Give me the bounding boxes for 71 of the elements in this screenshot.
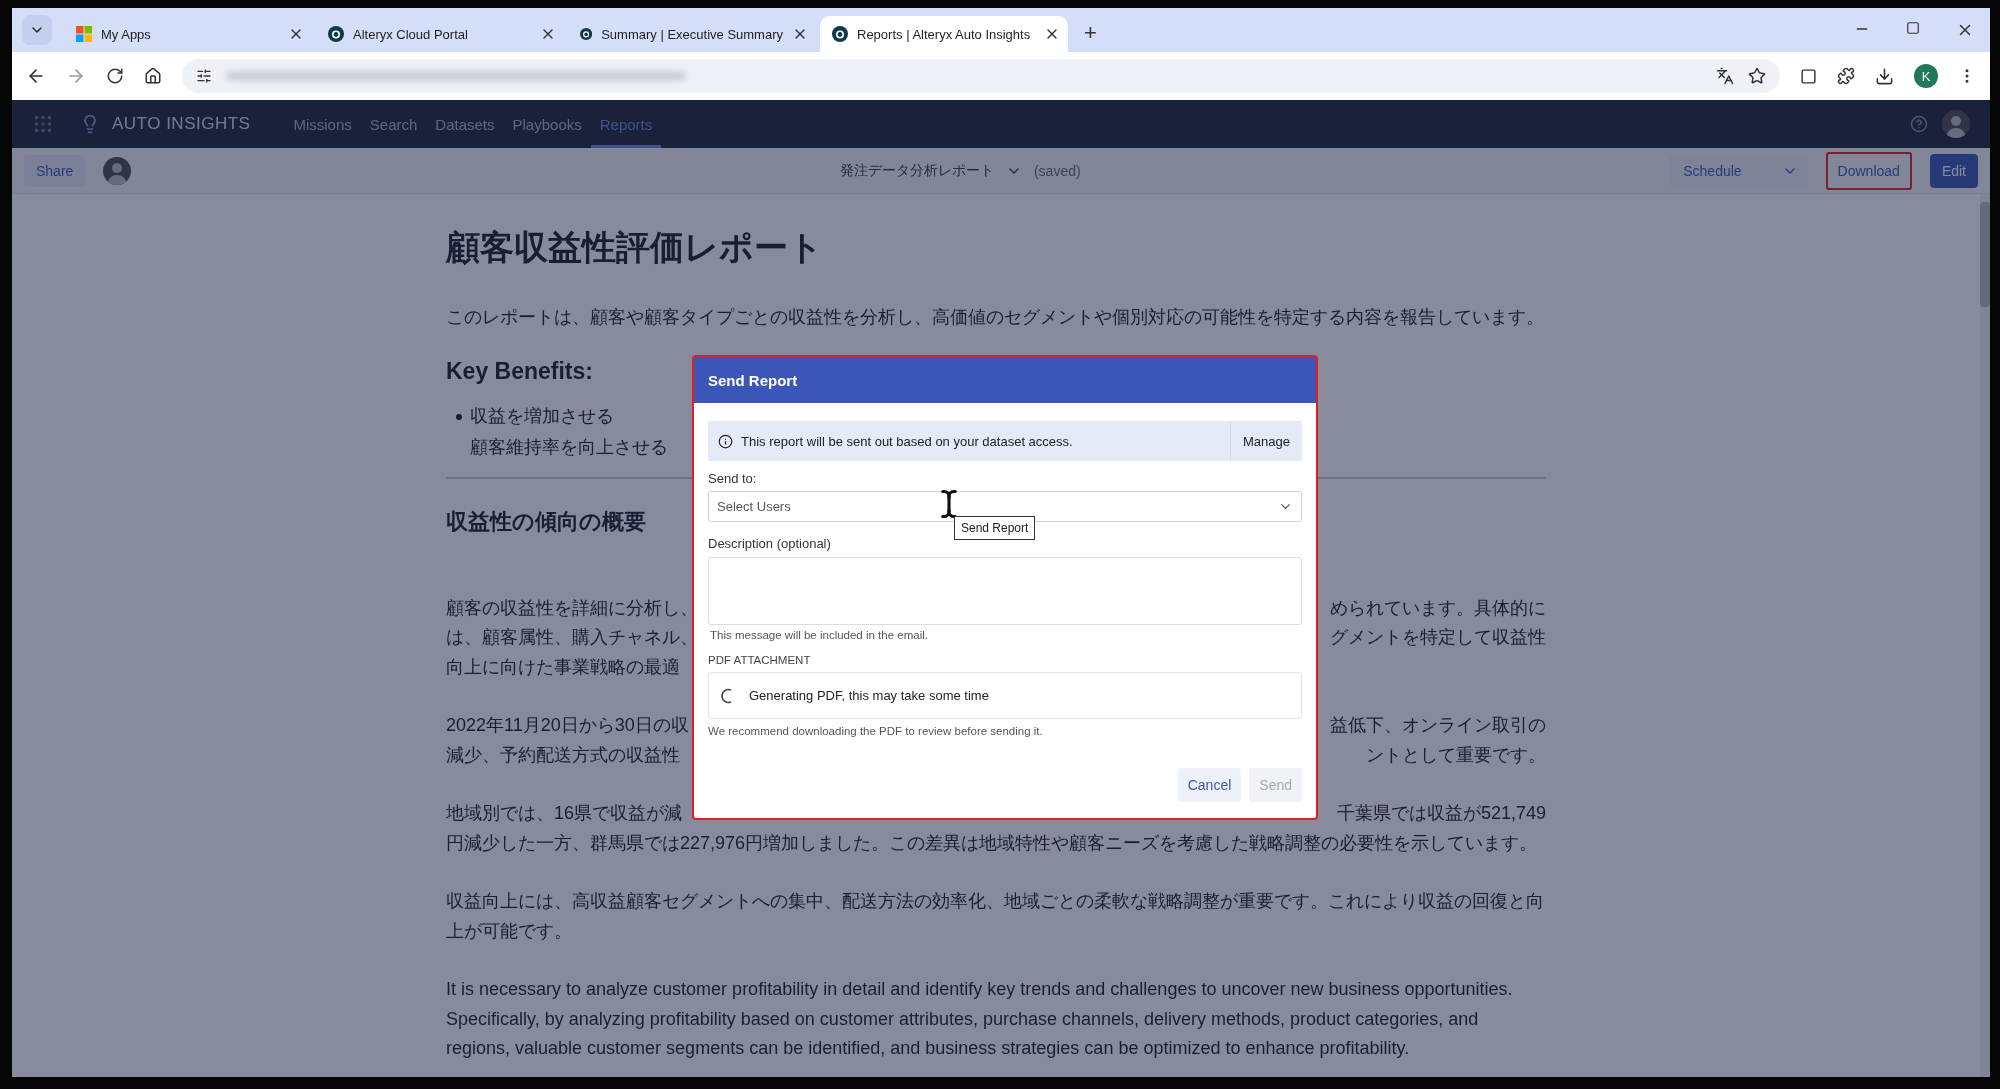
- paragraph-text: 益低下、オンライン取引の: [1330, 714, 1546, 737]
- paragraph-text: は、顧客属性、購入チャネル、: [446, 626, 698, 649]
- brand-name: AUTO INSIGHTS: [112, 114, 251, 134]
- paragraph-text: 向上に向けた事業戦略の最適: [446, 655, 680, 679]
- avatar: [1942, 110, 1970, 138]
- browser-tab[interactable]: Alteryx Cloud Portal: [316, 16, 564, 52]
- download-icon[interactable]: [1875, 66, 1894, 86]
- paragraph-text: It is necessary to analyze customer profitability in detail and identify key trends and challenges to uncover new business opportunities. Specifically, by analyzing profitability based on customer attributes, purchase channels, delivery methods, product categories, and regions, valuable customer segments can be identified, and business strategies can be optimized to enhance profitability.: [446, 978, 1514, 1060]
- share-button[interactable]: Share: [24, 154, 86, 187]
- report-title: 発注データ分析レポート: [839, 161, 994, 180]
- tab-list-button[interactable]: [22, 15, 52, 45]
- puzzle-icon[interactable]: [1837, 67, 1855, 85]
- status-text: Generating PDF, this may take some time: [749, 688, 989, 703]
- tab-title: My Apps: [101, 26, 152, 42]
- tiles-icon: [76, 26, 92, 42]
- paragraph-text: グメントを特定して収益性: [1330, 626, 1546, 649]
- home-icon[interactable]: [144, 67, 162, 85]
- tab-title: Summary | Executive Summary: [601, 26, 783, 42]
- paragraph-text: ントとして重要です。: [1366, 743, 1546, 767]
- field-label: Description (optional): [708, 536, 832, 551]
- paragraph-text: 収益向上には、高収益顧客セグメントへの集中、配送方法の効率化、地域ごとの柔軟な戦略調整が重要です。これにより収益の回復と向上が可能です。: [446, 890, 1545, 943]
- edit-button[interactable]: Edit: [1929, 153, 1978, 188]
- field-label: Send to:: [708, 471, 758, 486]
- nav-link[interactable]: Playbooks: [503, 100, 591, 148]
- nav-link[interactable]: Missions: [284, 100, 361, 148]
- hint-text: We recommend downloading the PDF to review before sending it.: [708, 725, 1044, 737]
- dialog-button[interactable]: Cancel: [1177, 768, 1242, 802]
- browser-tab[interactable]: Summary | Executive Summary: [568, 16, 816, 52]
- section-heading: 収益性の傾向の概要: [446, 507, 646, 536]
- tooltip: Send Report: [954, 516, 1036, 540]
- paragraph-text: められています。具体的に: [1330, 596, 1546, 620]
- maximize-icon[interactable]: [1906, 21, 1920, 35]
- star-icon[interactable]: [1748, 67, 1766, 85]
- reload-icon[interactable]: [106, 67, 124, 85]
- translate-icon[interactable]: [1716, 67, 1734, 85]
- logo-icon: [580, 26, 593, 42]
- nav-link[interactable]: Search: [360, 100, 427, 148]
- report-heading: 顧客収益性評価レポート: [446, 227, 824, 268]
- section-label: PDF ATTACHMENT: [708, 654, 812, 666]
- address-field[interactable]: [182, 59, 1780, 93]
- benefits-heading: Key Benefits:: [446, 356, 593, 386]
- scrollbar-thumb[interactable]: [1980, 202, 1990, 307]
- paragraph-text: 顧客の収益性を詳細に分析し、: [446, 596, 698, 620]
- info-icon: [718, 433, 733, 449]
- profile-button[interactable]: K: [1914, 64, 1938, 88]
- nav-link[interactable]: Datasets: [426, 100, 504, 148]
- paragraph-text: 円減少した一方、群馬県では227,976円増加しました。この差異は地域特性や顧客ニーズを考慮した戦略調整の必要性を示しています。: [446, 831, 1538, 855]
- logo-icon: [328, 26, 344, 42]
- description-field[interactable]: [708, 557, 1302, 625]
- paragraph-text: 千葉県では収益が521,749: [1336, 802, 1546, 825]
- download-button[interactable]: Download: [1825, 151, 1912, 190]
- new-tab-button[interactable]: +: [1078, 20, 1103, 46]
- paragraph-text: 地域別では、16県で収益が減: [446, 802, 683, 825]
- avatar: [103, 156, 132, 185]
- save-status: (saved): [1033, 162, 1081, 179]
- logo-icon: [832, 26, 848, 42]
- hint-text: This message will be included in the email.: [709, 629, 929, 641]
- tab-title: Reports | Alteryx Auto Insights: [857, 26, 1032, 42]
- notice-text: This report will be sent out based on your dataset access.: [741, 433, 1073, 449]
- site-settings-icon[interactable]: [196, 68, 212, 84]
- users-select[interactable]: Select Users: [708, 491, 1302, 522]
- browser-tab[interactable]: My Apps: [64, 16, 312, 52]
- browser-tab[interactable]: Reports | Alteryx Auto Insights: [820, 16, 1068, 52]
- manage-button[interactable]: Manage: [1230, 421, 1302, 461]
- intro-paragraph: このレポートは、顧客や顧客タイプごとの収益性を分析し、高価値のセグメントや個別対応の可能性を特定する内容を報告しています。: [446, 306, 1545, 329]
- paragraph-text: 減少、予約配送方式の収益性: [446, 743, 680, 767]
- paragraph-text: 2022年11月20日から30日の収: [446, 714, 689, 737]
- benefit-text: 収益を増加させる: [470, 405, 614, 426]
- tab-title: Alteryx Cloud Portal: [353, 26, 469, 42]
- benefit-text: 顧客維持率を向上させる: [470, 436, 668, 457]
- dialog-title: Send Report: [694, 357, 1316, 403]
